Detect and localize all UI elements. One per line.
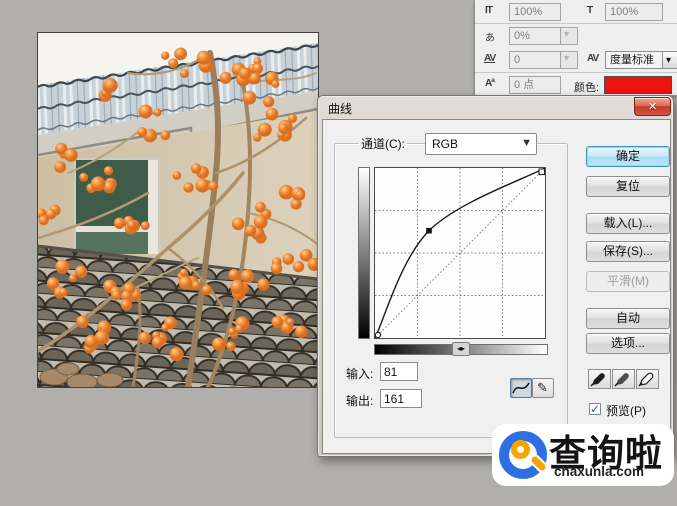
load-button[interactable]: 载入(L)... xyxy=(586,213,670,234)
horizontal-scale-icon: T xyxy=(587,5,593,16)
close-icon[interactable] xyxy=(634,97,671,116)
eyedropper-icon xyxy=(590,373,605,387)
magnifier-lens-icon xyxy=(511,440,530,459)
photo-canvas[interactable] xyxy=(37,32,319,388)
kerning-dropdown-icon[interactable] xyxy=(561,51,578,69)
save-button[interactable]: 保存(S)... xyxy=(586,241,670,262)
character-panel: IT 100% T 100% あ 0% AV 0 AV 度量标准 Aª 0 点 … xyxy=(474,0,677,96)
panel-divider xyxy=(475,23,677,24)
preview-label: 预览(P) xyxy=(606,404,646,418)
channel-label: 通道(C): xyxy=(359,135,407,152)
curve-tool-icon xyxy=(512,382,530,394)
auto-button[interactable]: 自动 xyxy=(586,308,670,329)
gradient-flip-toggle[interactable]: ◂▸ xyxy=(452,342,470,356)
smooth-button: 平滑(M) xyxy=(586,271,670,292)
ok-button[interactable]: 确定 xyxy=(586,146,670,167)
output-gradient-bar xyxy=(358,167,370,339)
gray-point-eyedropper-button[interactable] xyxy=(612,369,635,389)
channel-value: RGB xyxy=(432,137,459,151)
eyedropper-icon xyxy=(638,372,654,387)
kerning-icon: AV xyxy=(484,53,496,64)
vertical-scale-field[interactable]: 100% xyxy=(509,3,561,21)
input-value-field[interactable] xyxy=(380,362,418,381)
baseline-shift-icon: Aª xyxy=(485,78,495,89)
color-label: 颜色: xyxy=(574,82,600,94)
watermark-logo: 查询啦 chaxunla.com xyxy=(492,424,674,486)
watermark-domain: chaxunla.com xyxy=(554,464,645,479)
eyedropper-icon xyxy=(614,373,629,387)
photoshop-workspace: IT 100% T 100% あ 0% AV 0 AV 度量标准 Aª 0 点 … xyxy=(0,0,677,506)
black-point-eyedropper-button[interactable] xyxy=(588,369,611,389)
horizontal-scale-field[interactable]: 100% xyxy=(605,3,663,21)
output-label: 输出: xyxy=(346,394,374,408)
reset-button[interactable]: 复位 xyxy=(586,176,670,197)
tsume-icon: あ xyxy=(485,33,495,44)
kerning-field[interactable]: 0 xyxy=(509,51,561,69)
white-point-eyedropper-button[interactable] xyxy=(636,369,659,389)
dialog-titlebar[interactable]: 曲线 xyxy=(318,96,673,119)
tsume-field[interactable]: 0% xyxy=(509,27,561,45)
chevron-down-icon[interactable] xyxy=(662,52,677,69)
chevron-down-icon: ▼ xyxy=(521,137,532,149)
preview-checkbox[interactable] xyxy=(589,402,601,416)
input-label: 输入: xyxy=(346,367,374,381)
curves-dialog: 曲线 通道(C): RGB ▼ ◂▸ 输入: 输出: xyxy=(317,95,674,457)
dialog-title: 曲线 xyxy=(328,102,353,116)
curve-grid[interactable] xyxy=(374,167,546,339)
tracking-select[interactable]: 度量标准 xyxy=(605,51,677,69)
options-button[interactable]: 选项... xyxy=(586,333,670,354)
pencil-tool-button[interactable] xyxy=(532,378,554,398)
baseline-shift-field[interactable]: 0 点 xyxy=(509,76,561,94)
tracking-value: 度量标准 xyxy=(610,54,654,66)
channel-select[interactable]: RGB ▼ xyxy=(425,133,537,155)
tsume-dropdown-icon[interactable] xyxy=(561,27,578,45)
tracking-icon: AV xyxy=(587,53,599,64)
vertical-scale-icon: IT xyxy=(485,5,493,16)
curve-tool-button[interactable] xyxy=(510,378,532,398)
persimmon-photo xyxy=(38,33,318,387)
panel-divider xyxy=(475,72,677,73)
color-swatch[interactable] xyxy=(604,76,672,94)
output-value-field[interactable] xyxy=(380,389,422,408)
